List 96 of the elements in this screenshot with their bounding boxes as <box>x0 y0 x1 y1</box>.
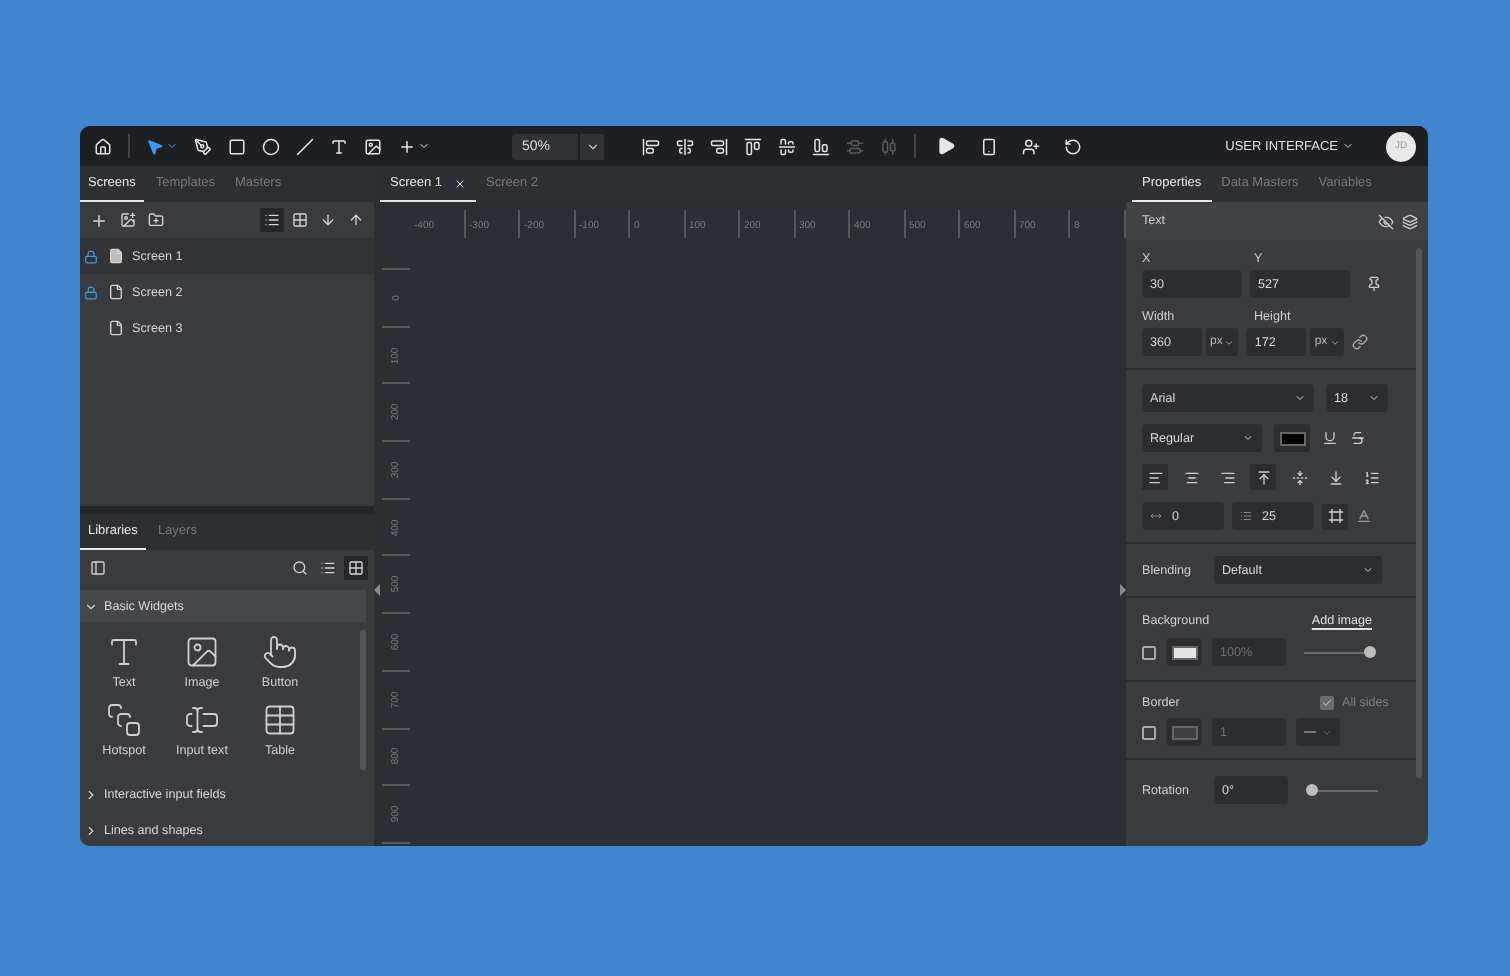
text-icon <box>106 634 142 670</box>
slider-thumb[interactable] <box>1306 784 1318 796</box>
grid-view-button[interactable] <box>288 208 312 232</box>
pointer-icon <box>146 137 164 155</box>
baseline-icon[interactable] <box>1356 508 1372 524</box>
grid-icon <box>348 560 364 576</box>
align-top-icon <box>1255 469 1271 485</box>
align-left-button[interactable] <box>1142 464 1168 490</box>
table-icon <box>262 702 298 738</box>
chevron-down-icon <box>1242 432 1254 444</box>
frame-button[interactable] <box>1322 503 1348 529</box>
align-left-icon <box>642 137 661 155</box>
list-icon <box>320 560 336 576</box>
play-icon <box>936 136 957 156</box>
pen-icon <box>194 137 212 155</box>
image-icon <box>364 137 382 155</box>
layers-icon[interactable] <box>1402 213 1418 229</box>
folder-plus-icon <box>148 212 164 228</box>
align-bottom-icon <box>1327 469 1343 485</box>
line-style-icon <box>1304 730 1316 734</box>
align-top-icon <box>744 137 763 155</box>
home-icon <box>94 137 112 155</box>
frame-icon <box>1327 508 1343 524</box>
arrow-up-icon <box>348 212 364 228</box>
pin-icon[interactable] <box>1366 276 1382 292</box>
align-left-icon <box>1147 469 1163 485</box>
chevron-down-icon <box>585 139 600 153</box>
grid-icon <box>292 212 308 228</box>
collapse-handle-icon[interactable] <box>374 584 380 596</box>
chevron-down-icon <box>1294 392 1306 404</box>
panel-button[interactable] <box>86 556 110 580</box>
checkbox[interactable] <box>1142 725 1156 739</box>
image-icon <box>184 634 220 670</box>
align-top-button[interactable] <box>1250 464 1276 490</box>
border-swatch[interactable] <box>1166 718 1202 746</box>
undo-icon <box>1064 137 1083 155</box>
align-center-icon <box>676 137 695 155</box>
eye-off-icon[interactable] <box>1378 213 1394 229</box>
text-color-swatch[interactable] <box>1274 424 1310 452</box>
chevron-down-icon <box>1322 727 1332 737</box>
align-bottom-icon <box>812 137 831 155</box>
rectangle-icon <box>228 137 246 155</box>
add-user-icon <box>1022 137 1041 155</box>
strikethrough-icon[interactable] <box>1350 430 1366 446</box>
arrow-down-icon <box>320 212 336 228</box>
chevron-down-icon <box>1362 564 1374 576</box>
background-swatch[interactable] <box>1166 638 1202 666</box>
chevron-right-icon <box>84 787 98 801</box>
list-icon <box>264 212 280 228</box>
line-height-icon <box>1240 510 1252 522</box>
text-icon <box>330 137 348 155</box>
circle-icon <box>262 137 280 155</box>
image-plus-icon <box>120 212 136 228</box>
grid-view-button[interactable] <box>344 556 368 580</box>
checkbox[interactable] <box>1142 645 1156 659</box>
slider-thumb[interactable] <box>1364 646 1376 658</box>
chevron-down-icon <box>418 140 430 152</box>
lock-icon <box>84 285 98 299</box>
align-middle-icon <box>778 137 797 155</box>
align-distribute-h-icon <box>880 137 899 155</box>
underline-icon[interactable] <box>1322 430 1338 446</box>
chevron-down-icon <box>1342 140 1354 152</box>
list-icon <box>1363 469 1379 485</box>
page-icon <box>108 248 124 264</box>
list-view-button[interactable] <box>260 208 284 232</box>
text-input-icon <box>184 702 220 738</box>
plus-icon <box>398 137 416 155</box>
align-middle-icon <box>1291 469 1307 485</box>
letter-spacing-icon <box>1150 510 1162 522</box>
align-right-icon <box>1219 469 1235 485</box>
stacked-squares-icon <box>106 702 142 738</box>
check-icon <box>1322 698 1332 708</box>
plus-icon <box>90 211 108 229</box>
search-icon <box>292 560 308 576</box>
chevron-down-icon <box>1329 337 1340 347</box>
hand-pointer-icon <box>262 634 298 670</box>
page-icon <box>108 284 124 300</box>
chevron-right-icon <box>84 823 98 837</box>
link-icon[interactable] <box>1351 334 1368 350</box>
search-button[interactable] <box>288 556 312 580</box>
chevron-down-icon <box>1368 392 1380 404</box>
chevron-down-icon <box>166 140 178 152</box>
lock-icon <box>84 249 98 263</box>
chevron-down-icon <box>1224 337 1235 347</box>
add-folder-button[interactable] <box>144 208 168 232</box>
align-right-icon <box>710 137 729 155</box>
line-icon <box>296 137 314 155</box>
phone-icon <box>980 137 999 155</box>
page-icon <box>108 320 124 336</box>
align-center-icon <box>1183 469 1199 485</box>
add-image-button[interactable] <box>116 208 140 232</box>
align-distribute-v-icon <box>846 137 865 155</box>
chevron-down-icon <box>84 599 98 613</box>
checkbox[interactable] <box>1320 696 1334 710</box>
panel-icon <box>90 560 106 576</box>
close-icon[interactable] <box>454 177 467 189</box>
